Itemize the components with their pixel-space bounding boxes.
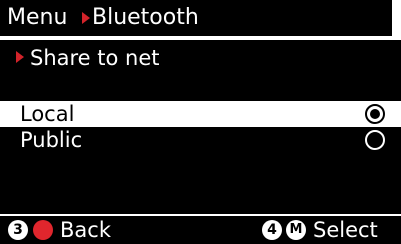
section-arrow-icon bbox=[16, 51, 24, 63]
footer-bar: 3 Back 4 M Select bbox=[0, 216, 401, 244]
back-button[interactable]: Back bbox=[60, 216, 111, 244]
back-key-badge: 3 bbox=[8, 220, 28, 240]
radio-selected-icon[interactable] bbox=[365, 104, 385, 124]
menu-m-icon[interactable]: M bbox=[286, 220, 306, 240]
option-label: Public bbox=[20, 128, 83, 152]
section-title: Share to net bbox=[30, 46, 160, 70]
radio-dot bbox=[370, 109, 380, 119]
bluetooth-share-screen: Menu Bluetooth Share to net Local Public… bbox=[0, 0, 401, 244]
option-local[interactable]: Local bbox=[0, 101, 401, 127]
header-divider bbox=[0, 38, 401, 40]
option-label: Local bbox=[20, 102, 75, 126]
page-title: Bluetooth bbox=[92, 5, 199, 30]
option-public[interactable]: Public bbox=[0, 127, 401, 153]
breadcrumb-separator-icon bbox=[82, 12, 90, 24]
record-icon[interactable] bbox=[33, 220, 53, 240]
header-bar: Menu Bluetooth bbox=[0, 0, 392, 36]
select-key-badge: 4 bbox=[262, 220, 282, 240]
settings-panel: Share to net Local Public bbox=[0, 38, 401, 214]
breadcrumb-menu[interactable]: Menu bbox=[7, 0, 67, 36]
select-button[interactable]: Select bbox=[313, 216, 378, 244]
radio-unselected-icon[interactable] bbox=[365, 130, 385, 150]
